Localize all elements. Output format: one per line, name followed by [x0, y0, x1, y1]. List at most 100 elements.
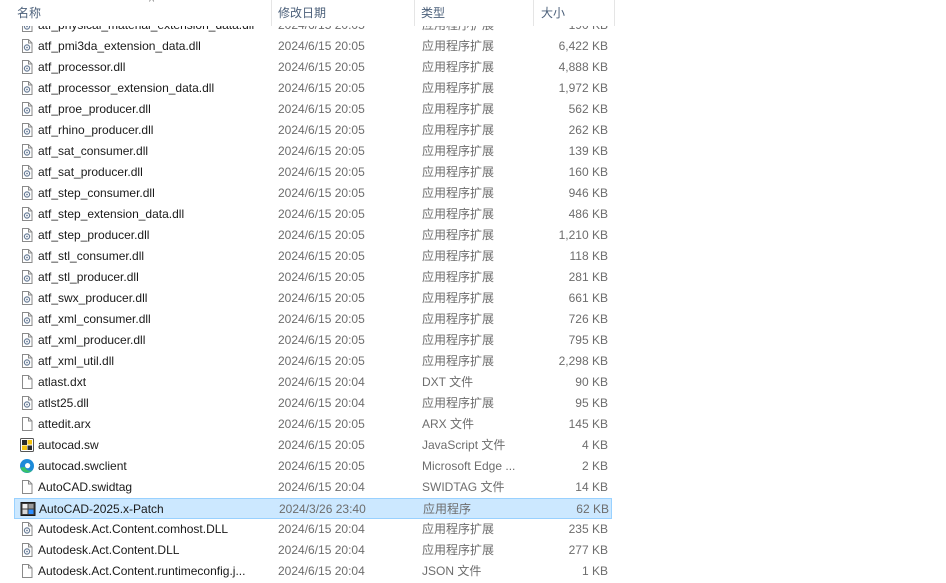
dll-file-icon	[19, 164, 35, 180]
file-size: 160 KB	[568, 165, 608, 179]
file-modified-date: 2024/6/15 20:05	[278, 270, 365, 284]
file-size: 281 KB	[568, 270, 608, 284]
file-row[interactable]: atf_sat_producer.dll 2024/6/15 20:05 应用程序扩…	[14, 162, 612, 183]
file-row[interactable]: atf_step_producer.dll 2024/6/15 20:05 应用程序…	[14, 225, 612, 246]
file-name: autocad.sw	[38, 438, 99, 452]
file-name: atf_processor.dll	[38, 60, 126, 74]
file-type: 应用程序扩展	[422, 270, 495, 284]
file-name: atf_step_producer.dll	[38, 228, 150, 242]
column-header-type[interactable]: 类型	[417, 0, 533, 26]
file-type: 应用程序扩展	[422, 228, 495, 242]
file-row[interactable]: atf_sat_consumer.dll 2024/6/15 20:05 应用程序扩…	[14, 141, 612, 162]
file-row[interactable]: atf_rhino_producer.dll 2024/6/15 20:05 应用程…	[14, 120, 612, 141]
file-size: 726 KB	[568, 312, 608, 326]
file-modified-date: 2024/6/15 20:05	[278, 207, 365, 221]
file-row[interactable]: Autodesk.Act.Content.comhost.DLL 2024/6/1…	[14, 519, 612, 540]
file-type: 应用程序扩展	[422, 396, 495, 410]
column-divider[interactable]	[271, 0, 272, 26]
file-row[interactable]: atf_processor_extension_data.dll 2024/6/1…	[14, 78, 612, 99]
file-row[interactable]: autocad.sw 2024/6/15 20:05 JavaScript 文件 4 …	[14, 435, 612, 456]
file-modified-date: 2024/6/15 20:04	[278, 564, 365, 578]
file-row[interactable]: AutoCAD.swidtag 2024/6/15 20:04 SWIDTAG 文件…	[14, 477, 612, 498]
file-modified-date: 2024/6/15 20:05	[278, 228, 365, 242]
file-type: 应用程序扩展	[422, 81, 495, 95]
file-name: Autodesk.Act.Content.runtimeconfig.j...	[38, 564, 246, 578]
file-type: 应用程序扩展	[422, 144, 495, 158]
file-modified-date: 2024/6/15 20:05	[278, 459, 365, 473]
chevron-up-icon: ^	[149, 0, 155, 8]
column-divider[interactable]	[614, 0, 615, 26]
file-row[interactable]: atf_stl_consumer.dll 2024/6/15 20:05 应用程序扩…	[14, 246, 612, 267]
file-name: atf_pmi3da_extension_data.dll	[38, 39, 201, 53]
file-row[interactable]: AutoCAD-2025.x-Patch 2024/3/26 23:40 应用程序 6…	[14, 498, 612, 519]
column-header-bar: 名称 ^ 修改日期 类型 大小	[0, 0, 946, 26]
file-modified-date: 2024/6/15 20:05	[278, 417, 365, 431]
file-row[interactable]: atf_stl_producer.dll 2024/6/15 20:05 应用程序扩…	[14, 267, 612, 288]
column-header-name[interactable]: 名称 ^	[13, 0, 271, 26]
file-list: atf_physical_material_extension_data.dll…	[0, 0, 946, 583]
column-header-size[interactable]: 大小	[537, 0, 615, 26]
file-name: attedit.arx	[38, 417, 91, 431]
dll-file-icon	[19, 353, 35, 369]
file-type: 应用程序扩展	[422, 165, 495, 179]
file-row[interactable]: atf_xml_consumer.dll 2024/6/15 20:05 应用程序扩…	[14, 309, 612, 330]
file-row[interactable]: atf_step_consumer.dll 2024/6/15 20:05 应用程序…	[14, 183, 612, 204]
file-type: 应用程序扩展	[422, 354, 495, 368]
file-row[interactable]: Autodesk.Act.Content.DLL 2024/6/15 20:04 应…	[14, 540, 612, 561]
file-size: 118 KB	[569, 249, 608, 263]
column-header-date[interactable]: 修改日期	[274, 0, 414, 26]
file-type: 应用程序扩展	[422, 60, 495, 74]
file-modified-date: 2024/6/15 20:04	[278, 543, 365, 557]
file-type: 应用程序扩展	[422, 207, 495, 221]
file-name: atf_step_extension_data.dll	[38, 207, 185, 221]
file-name: atf_rhino_producer.dll	[38, 123, 154, 137]
blank-file-icon	[19, 479, 35, 495]
file-modified-date: 2024/6/15 20:05	[278, 291, 365, 305]
file-modified-date: 2024/6/15 20:05	[278, 39, 365, 53]
file-type: 应用程序	[423, 502, 472, 516]
dll-file-icon	[19, 269, 35, 285]
dll-file-icon	[19, 122, 35, 138]
file-size: 661 KB	[568, 291, 608, 305]
blank-file-icon	[19, 374, 35, 390]
file-size: 4 KB	[581, 438, 608, 452]
file-size: 277 KB	[568, 543, 608, 557]
file-name: atlst25.dll	[38, 396, 89, 410]
file-row[interactable]: atf_xml_util.dll 2024/6/15 20:05 应用程序扩展 2,2…	[14, 351, 612, 372]
file-row[interactable]: attedit.arx 2024/6/15 20:05 ARX 文件 145 KB	[14, 414, 612, 435]
file-type: 应用程序扩展	[422, 249, 495, 263]
file-type: SWIDTAG 文件	[422, 480, 505, 494]
column-header-date-label: 修改日期	[278, 6, 327, 20]
file-type: JavaScript 文件	[422, 438, 506, 452]
file-row[interactable]: atlast.dxt 2024/6/15 20:04 DXT 文件 90 KB	[14, 372, 612, 393]
file-type: 应用程序扩展	[422, 291, 495, 305]
file-size: 1,210 KB	[558, 228, 608, 242]
file-row[interactable]: autocad.swclient 2024/6/15 20:05 Microsoft…	[14, 456, 612, 477]
file-name: atf_proe_producer.dll	[38, 102, 151, 116]
column-divider[interactable]	[533, 0, 534, 26]
column-divider[interactable]	[414, 0, 415, 26]
file-row[interactable]: atf_pmi3da_extension_data.dll 2024/6/15 2…	[14, 36, 612, 57]
file-modified-date: 2024/6/15 20:05	[278, 186, 365, 200]
file-row[interactable]: Autodesk.Act.Content.runtimeconfig.j... 2…	[14, 561, 612, 582]
file-name: AutoCAD.swidtag	[38, 480, 133, 494]
file-name: atf_stl_consumer.dll	[38, 249, 145, 263]
file-type: 应用程序扩展	[422, 333, 495, 347]
file-row[interactable]: atf_proe_producer.dll 2024/6/15 20:05 应用程序…	[14, 99, 612, 120]
file-row[interactable]: atf_processor.dll 2024/6/15 20:05 应用程序扩展 4,…	[14, 57, 612, 78]
file-modified-date: 2024/6/15 20:05	[278, 102, 365, 116]
file-size: 62 KB	[576, 502, 609, 516]
file-row[interactable]: atf_xml_producer.dll 2024/6/15 20:05 应用程序扩…	[14, 330, 612, 351]
dll-file-icon	[19, 80, 35, 96]
file-size: 95 KB	[575, 396, 608, 410]
file-size: 795 KB	[568, 333, 608, 347]
dll-file-icon	[19, 311, 35, 327]
file-explorer-list: 名称 ^ 修改日期 类型 大小 atf_physical_material_ex…	[0, 0, 946, 583]
file-modified-date: 2024/6/15 20:05	[278, 81, 365, 95]
file-row[interactable]: atf_swx_producer.dll 2024/6/15 20:05 应用程序扩…	[14, 288, 612, 309]
file-type: Microsoft Edge ...	[422, 459, 516, 473]
file-size: 946 KB	[568, 186, 608, 200]
file-row[interactable]: atf_step_extension_data.dll 2024/6/15 20:…	[14, 204, 612, 225]
file-row[interactable]: atlst25.dll 2024/6/15 20:04 应用程序扩展 95 KB	[14, 393, 612, 414]
column-header-name-label: 名称	[17, 6, 42, 20]
